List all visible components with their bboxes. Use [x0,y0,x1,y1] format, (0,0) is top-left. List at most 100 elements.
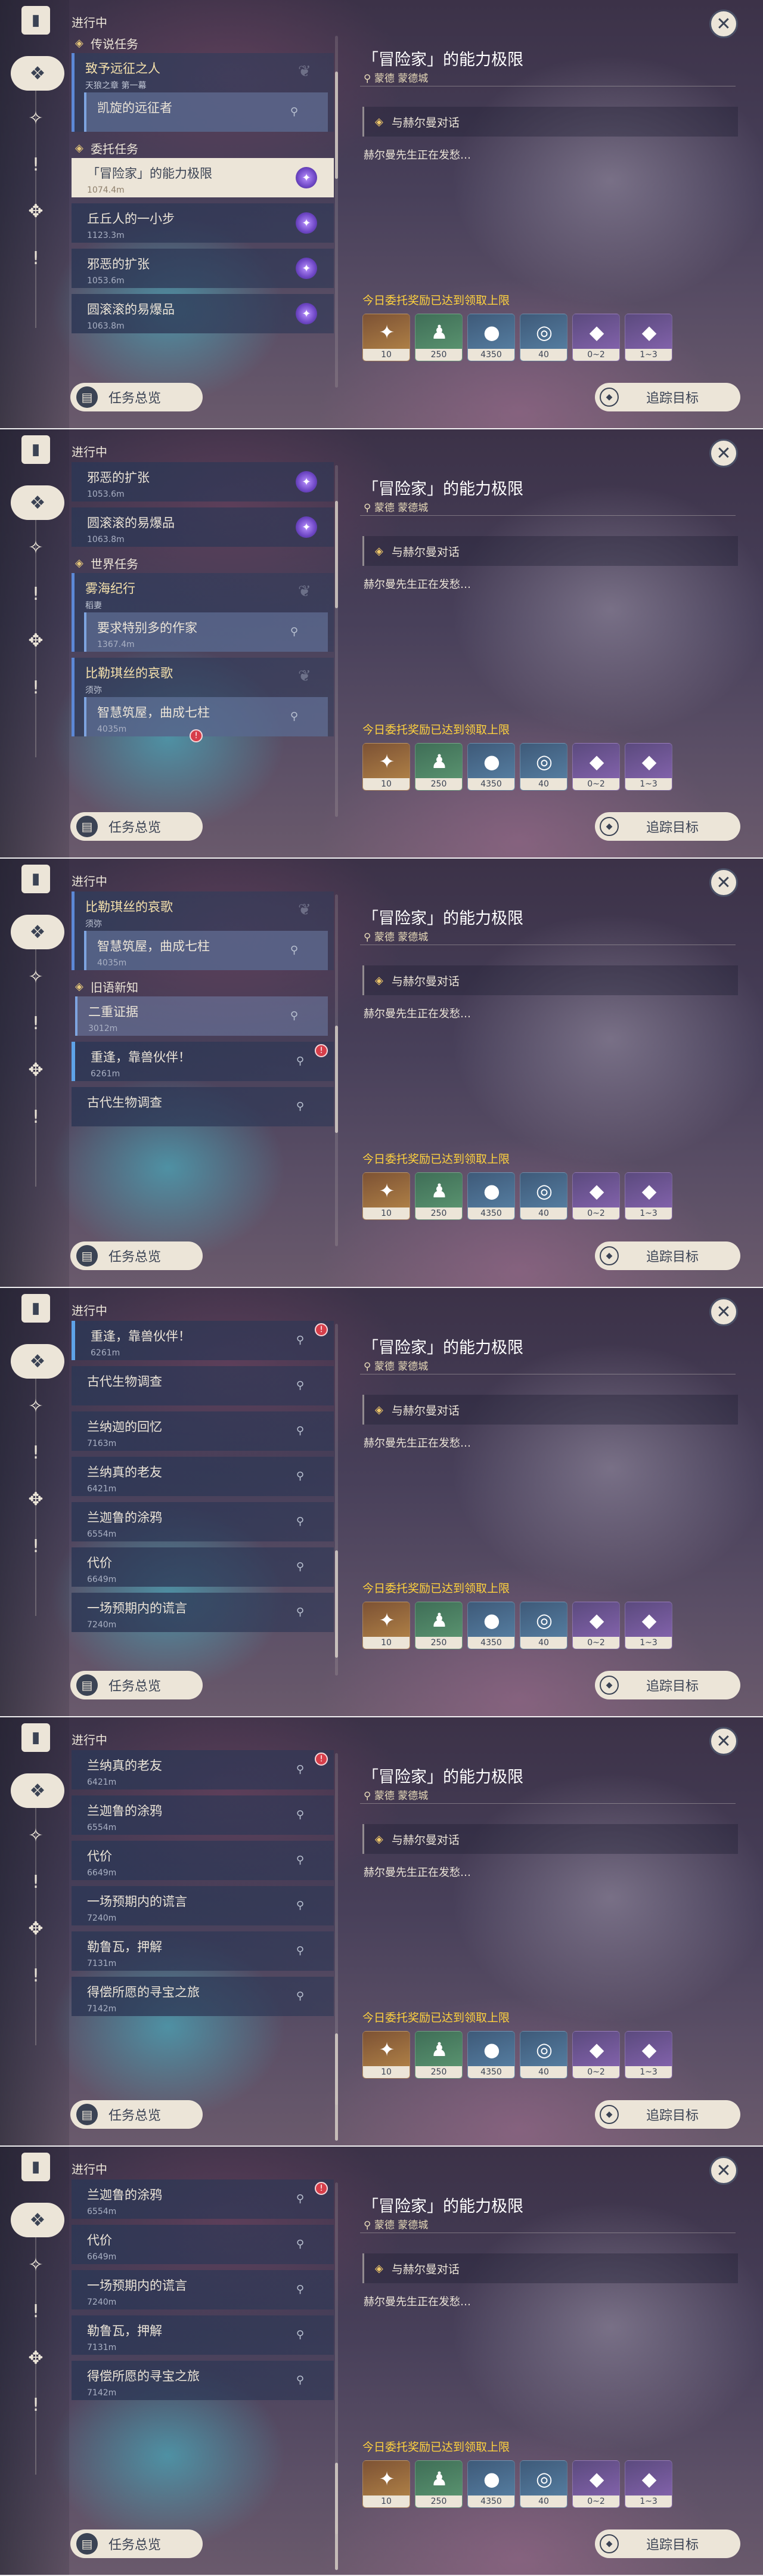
quest-list-scrollbar[interactable] [335,1324,338,1676]
rail-exclamation-button[interactable]: ! [19,242,52,275]
rail-quest-book-button[interactable]: ▮ [21,2153,50,2181]
rail-exclamation-button[interactable]: ! [19,1530,52,1563]
ore-reward-b[interactable]: ◆ 1~3 [625,743,672,791]
rail-alert-button[interactable]: ! [19,148,52,181]
close-button[interactable]: ✕ [709,2156,738,2185]
ore-reward-a[interactable]: ◆ 0~2 [572,1172,620,1220]
quest-list-item[interactable]: 重逢，靠兽伙伴！ 6261m ⚲! [72,1042,334,1081]
rail-exclamation-button[interactable]: ! [19,2388,52,2422]
rail-alert-button[interactable]: ! [19,577,52,611]
rail-compass-star-button[interactable]: ✥ [19,1912,52,1945]
quest-list-item[interactable]: 一场预期内的谎言 7240m ⚲ [72,1886,334,1925]
quest-overview-button[interactable]: ▤ 任务总览 [70,2100,203,2129]
scrollbar-thumb[interactable] [335,1550,338,1658]
primogem-reward[interactable]: ✦ 10 [362,314,410,361]
quest-group[interactable]: 比勒琪丝的哀歌 须弥 ❦ 智慧筑屋，曲成七柱 4035m ⚲! [72,658,334,742]
rail-compass-button[interactable]: ✧ [19,101,52,135]
close-button[interactable]: ✕ [709,10,738,38]
ore-reward-b[interactable]: ◆ 1~3 [625,2460,672,2508]
rail-alert-button[interactable]: ! [19,2295,52,2328]
rail-alert-button[interactable]: ! [19,1865,52,1899]
rail-alert-button[interactable]: ! [19,1007,52,1040]
companionship-reward[interactable]: ◎ 40 [520,1172,567,1220]
quest-list-scrollbar[interactable] [335,894,338,1246]
quest-list[interactable]: 兰迦鲁的涂鸦 6554m ⚲! 代价 6649m ⚲ 一场预期内的谎言 7240m ⚲ 勒鲁瓦，押… [72,2179,334,2534]
quest-list-item[interactable]: 一场预期内的谎言 7240m ⚲ [72,1593,334,1632]
rail-compass-star-button[interactable]: ✥ [19,624,52,657]
adventure-exp-reward[interactable]: ♟ 250 [415,1172,463,1220]
rail-exclamation-button[interactable]: ! [19,671,52,704]
quest-list-scrollbar[interactable] [335,36,338,388]
companionship-reward[interactable]: ◎ 40 [520,2460,567,2508]
quest-list-item[interactable]: 兰迦鲁的涂鸦 6554m ⚲! [72,2179,334,2219]
rail-exclamation-button[interactable]: ! [19,1100,52,1134]
quest-list[interactable]: ◈ 传说任务 致予远征之人 天狼之章 第一幕 ❦ 凯旋的远征者 ⚲ ◈ 委托任务 「冒险家」的能力… [72,33,334,388]
scrollbar-thumb[interactable] [335,1026,338,1133]
rail-diamond-button[interactable]: ❖ [11,1344,64,1379]
group-header[interactable]: 雾海纪行 稻妻 [75,573,334,612]
adventure-exp-reward[interactable]: ♟ 250 [415,1602,463,1649]
rail-quest-book-button[interactable]: ▮ [21,865,50,893]
quest-list[interactable]: 重逢，靠兽伙伴！ 6261m ⚲! 古代生物调查 ⚲ 兰纳迦的回忆 7163m ⚲ 兰纳真的老友… [72,1321,334,1676]
mora-reward[interactable]: ● 4350 [467,1172,515,1220]
quest-list-item[interactable]: 兰纳迦的回忆 7163m ⚲ [72,1411,334,1451]
scrollbar-thumb[interactable] [335,2463,338,2570]
ore-reward-a[interactable]: ◆ 0~2 [572,2031,620,2079]
companionship-reward[interactable]: ◎ 40 [520,1602,567,1649]
close-button[interactable]: ✕ [709,1298,738,1326]
quest-list-item[interactable]: 邪恶的扩张 1053.6m ✦ [72,249,334,288]
primogem-reward[interactable]: ✦ 10 [362,2031,410,2079]
quest-list-item[interactable]: 丘丘人的一小步 1123.3m ✦ [72,203,334,243]
quest-list-item[interactable]: 代价 6649m ⚲ [72,1841,334,1880]
primogem-reward[interactable]: ✦ 10 [362,743,410,791]
quest-list-item[interactable]: 古代生物调查 ⚲ [72,1366,334,1405]
quest-list-item[interactable]: 勒鲁瓦，押解 7131m ⚲ [72,1931,334,1971]
companionship-reward[interactable]: ◎ 40 [520,743,567,791]
quest-group[interactable]: 致予远征之人 天狼之章 第一幕 ❦ 凯旋的远征者 ⚲ [72,53,334,132]
quest-overview-button[interactable]: ▤ 任务总览 [70,383,203,411]
rail-quest-book-button[interactable]: ▮ [21,1723,50,1752]
companionship-reward[interactable]: ◎ 40 [520,314,567,361]
quest-overview-button[interactable]: ▤ 任务总览 [70,2529,203,2558]
mora-reward[interactable]: ● 4350 [467,314,515,361]
rail-quest-book-button[interactable]: ▮ [21,1294,50,1323]
rail-quest-book-button[interactable]: ▮ [21,435,50,464]
quest-list-item[interactable]: 兰迦鲁的涂鸦 6554m ⚲ [72,1795,334,1835]
ore-reward-b[interactable]: ◆ 1~3 [625,1602,672,1649]
quest-list-item[interactable]: 重逢，靠兽伙伴！ 6261m ⚲! [72,1321,334,1360]
close-button[interactable]: ✕ [709,439,738,467]
quest-overview-button[interactable]: ▤ 任务总览 [70,1241,203,1270]
quest-list-item[interactable]: 圆滚滚的易爆品 1063.8m ✦ [72,507,334,547]
ore-reward-a[interactable]: ◆ 0~2 [572,2460,620,2508]
quest-list-scrollbar[interactable] [335,1753,338,2141]
track-target-button[interactable]: ◆ 追踪目标 [595,2100,740,2129]
rail-compass-star-button[interactable]: ✥ [19,2341,52,2374]
mora-reward[interactable]: ● 4350 [467,2031,515,2079]
quest-list-item[interactable]: 得偿所愿的寻宝之旅 7142m ⚲ [72,1977,334,2016]
primogem-reward[interactable]: ✦ 10 [362,1172,410,1220]
rail-compass-star-button[interactable]: ✥ [19,194,52,228]
track-target-button[interactable]: ◆ 追踪目标 [595,2529,740,2558]
rail-compass-button[interactable]: ✧ [19,2248,52,2281]
scrollbar-thumb[interactable] [335,2033,338,2141]
ore-reward-a[interactable]: ◆ 0~2 [572,743,620,791]
quest-list-scrollbar[interactable] [335,465,338,817]
quest-list-item[interactable]: 代价 6649m ⚲ [72,1547,334,1587]
track-target-button[interactable]: ◆ 追踪目标 [595,1671,740,1699]
quest-list-item[interactable]: 兰迦鲁的涂鸦 6554m ⚲ [72,1502,334,1541]
quest-group[interactable]: 比勒琪丝的哀歌 须弥 ❦ 智慧筑屋，曲成七柱 4035m ⚲ [72,891,334,970]
rail-compass-button[interactable]: ✧ [19,960,52,993]
quest-list-item[interactable]: 代价 6649m ⚲ [72,2225,334,2264]
sub-quest-item[interactable]: 智慧筑屋，曲成七柱 4035m ⚲! [84,697,328,742]
quest-list-item[interactable]: 邪恶的扩张 1053.6m ✦ [72,462,334,501]
scrollbar-thumb[interactable] [335,72,338,179]
adventure-exp-reward[interactable]: ♟ 250 [415,314,463,361]
rail-diamond-button[interactable]: ❖ [11,485,64,520]
ore-reward-b[interactable]: ◆ 1~3 [625,2031,672,2079]
adventure-exp-reward[interactable]: ♟ 250 [415,2460,463,2508]
ore-reward-b[interactable]: ◆ 1~3 [625,314,672,361]
primogem-reward[interactable]: ✦ 10 [362,2460,410,2508]
rail-compass-button[interactable]: ✧ [19,1389,52,1423]
rail-alert-button[interactable]: ! [19,1436,52,1469]
sub-quest-item[interactable]: 智慧筑屋，曲成七柱 4035m ⚲ [84,931,328,970]
